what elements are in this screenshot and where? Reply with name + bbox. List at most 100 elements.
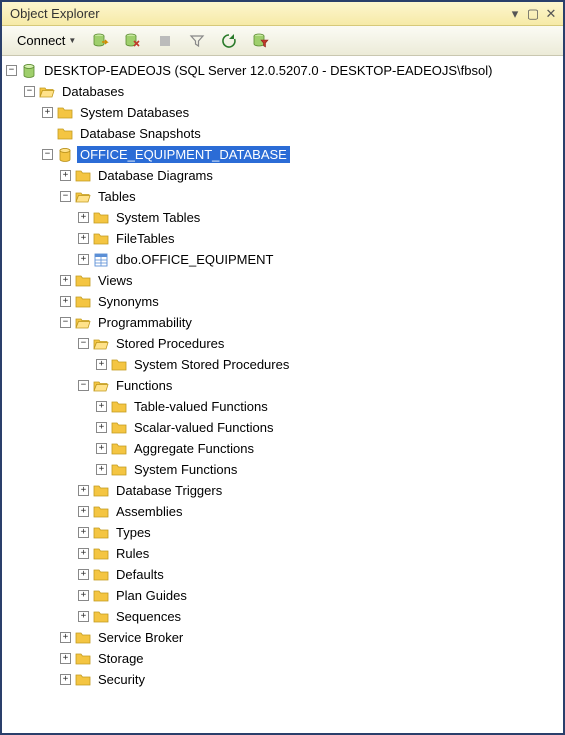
close-icon[interactable]: ✕ — [543, 6, 559, 22]
disconnect-db-button[interactable] — [119, 29, 147, 53]
expand-icon[interactable]: + — [60, 674, 71, 685]
folder-icon — [111, 441, 127, 457]
dropdown-icon[interactable]: ▾ — [507, 6, 523, 22]
db-disconnect-icon — [124, 32, 142, 50]
expand-icon[interactable]: + — [78, 611, 89, 622]
systables-label: System Tables — [113, 209, 203, 226]
content-area: − DESKTOP-EADEOJS (SQL Server 12.0.5207.… — [2, 56, 563, 733]
storage-label: Storage — [95, 650, 147, 667]
object-explorer-window: Object Explorer ▾ ▢ ✕ Connect ▼ − DESKTO… — [0, 0, 565, 735]
expand-icon[interactable]: + — [78, 527, 89, 538]
server-node[interactable]: − DESKTOP-EADEOJS (SQL Server 12.0.5207.… — [6, 60, 563, 81]
planguides-node[interactable]: + Plan Guides — [78, 585, 563, 606]
folder-icon — [75, 273, 91, 289]
expand-icon[interactable]: + — [78, 212, 89, 223]
tables-node[interactable]: − Tables — [60, 186, 563, 207]
expand-icon[interactable]: + — [78, 506, 89, 517]
collapse-icon[interactable]: − — [78, 338, 89, 349]
folder-icon — [57, 105, 73, 121]
folder-icon — [75, 294, 91, 310]
db-filter-button[interactable] — [247, 29, 275, 53]
sys-sp-node[interactable]: + System Stored Procedures — [96, 354, 563, 375]
defaults-node[interactable]: + Defaults — [78, 564, 563, 585]
filter-button[interactable] — [183, 29, 211, 53]
expand-icon[interactable]: + — [96, 422, 107, 433]
expand-icon[interactable]: + — [60, 296, 71, 307]
server-icon — [21, 63, 37, 79]
svf-node[interactable]: + Scalar-valued Functions — [96, 417, 563, 438]
expand-icon[interactable]: + — [78, 590, 89, 601]
collapse-icon[interactable]: − — [42, 149, 53, 160]
connect-button[interactable]: Connect ▼ — [8, 29, 83, 53]
sbroker-label: Service Broker — [95, 629, 186, 646]
synonyms-label: Synonyms — [95, 293, 162, 310]
expand-icon[interactable]: + — [60, 275, 71, 286]
sys-sp-label: System Stored Procedures — [131, 356, 292, 373]
maximize-icon[interactable]: ▢ — [525, 6, 541, 22]
expand-icon[interactable]: + — [42, 107, 53, 118]
expand-icon[interactable]: + — [78, 485, 89, 496]
filetables-node[interactable]: + FileTables — [78, 228, 563, 249]
collapse-icon[interactable]: − — [24, 86, 35, 97]
stored-procedures-node[interactable]: − Stored Procedures — [78, 333, 563, 354]
databases-node[interactable]: − Databases — [24, 81, 563, 102]
folder-open-icon — [93, 336, 109, 352]
service-broker-node[interactable]: + Service Broker — [60, 627, 563, 648]
connect-db-button[interactable] — [87, 29, 115, 53]
dbo-oe-table-node[interactable]: + dbo.OFFICE_EQUIPMENT — [78, 249, 563, 270]
folder-icon — [93, 609, 109, 625]
assemblies-node[interactable]: + Assemblies — [78, 501, 563, 522]
snapshots-node[interactable]: Database Snapshots — [42, 123, 563, 144]
expand-icon[interactable]: + — [78, 548, 89, 559]
expand-icon[interactable]: + — [96, 401, 107, 412]
folder-icon — [57, 126, 73, 142]
programmability-node[interactable]: − Programmability — [60, 312, 563, 333]
stop-button[interactable] — [151, 29, 179, 53]
oed-db-node[interactable]: − OFFICE_EQUIPMENT_DATABASE — [42, 144, 563, 165]
refresh-button[interactable] — [215, 29, 243, 53]
expand-icon[interactable]: + — [78, 569, 89, 580]
views-node[interactable]: + Views — [60, 270, 563, 291]
collapse-icon[interactable]: − — [6, 65, 17, 76]
expand-icon[interactable]: + — [96, 359, 107, 370]
sequences-node[interactable]: + Sequences — [78, 606, 563, 627]
expand-icon[interactable]: + — [60, 653, 71, 664]
agg-fn-node[interactable]: + Aggregate Functions — [96, 438, 563, 459]
expand-icon[interactable]: + — [60, 170, 71, 181]
assemblies-label: Assemblies — [113, 503, 185, 520]
tree-view[interactable]: − DESKTOP-EADEOJS (SQL Server 12.0.5207.… — [2, 56, 563, 733]
planguides-label: Plan Guides — [113, 587, 190, 604]
sysdb-label: System Databases — [77, 104, 192, 121]
expand-icon[interactable]: + — [78, 233, 89, 244]
svf-label: Scalar-valued Functions — [131, 419, 276, 436]
functions-node[interactable]: − Functions — [78, 375, 563, 396]
collapse-icon[interactable]: − — [60, 317, 71, 328]
folder-icon — [93, 588, 109, 604]
systables-node[interactable]: + System Tables — [78, 207, 563, 228]
sequences-label: Sequences — [113, 608, 184, 625]
folder-icon — [111, 357, 127, 373]
storage-node[interactable]: + Storage — [60, 648, 563, 669]
system-databases-node[interactable]: + System Databases — [42, 102, 563, 123]
rules-node[interactable]: + Rules — [78, 543, 563, 564]
sys-fn-node[interactable]: + System Functions — [96, 459, 563, 480]
defaults-label: Defaults — [113, 566, 167, 583]
types-node[interactable]: + Types — [78, 522, 563, 543]
folder-icon — [75, 168, 91, 184]
security-node[interactable]: + Security — [60, 669, 563, 690]
folder-icon — [75, 630, 91, 646]
server-label: DESKTOP-EADEOJS (SQL Server 12.0.5207.0 … — [41, 62, 495, 79]
expand-icon[interactable]: + — [60, 632, 71, 643]
filter-icon — [188, 32, 206, 50]
diagrams-node[interactable]: + Database Diagrams — [60, 165, 563, 186]
synonyms-node[interactable]: + Synonyms — [60, 291, 563, 312]
tvf-node[interactable]: + Table-valued Functions — [96, 396, 563, 417]
expand-icon[interactable]: + — [96, 464, 107, 475]
triggers-node[interactable]: + Database Triggers — [78, 480, 563, 501]
expand-icon[interactable]: + — [78, 254, 89, 265]
rules-label: Rules — [113, 545, 152, 562]
folder-icon — [93, 504, 109, 520]
expand-icon[interactable]: + — [96, 443, 107, 454]
collapse-icon[interactable]: − — [60, 191, 71, 202]
collapse-icon[interactable]: − — [78, 380, 89, 391]
